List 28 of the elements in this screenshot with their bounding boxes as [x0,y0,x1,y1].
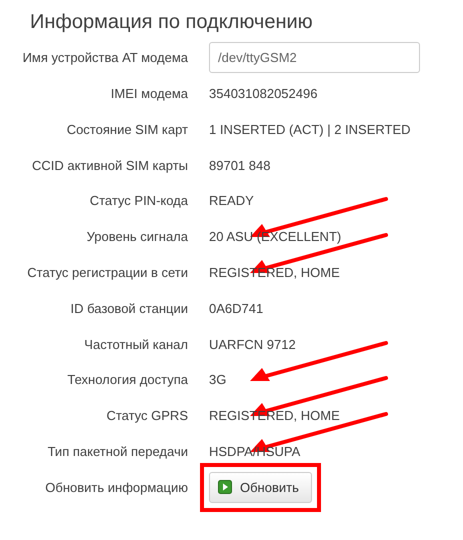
field-value: READY [209,193,254,208]
field-value: REGISTERED, HOME [209,408,340,424]
text-field[interactable]: /dev/ttyGSM2 [209,42,420,74]
field-label: Статус GPRS [106,408,188,424]
field-value: REGISTERED, HOME [209,264,340,280]
field-value: UARFCN 9712 [209,336,296,352]
play-icon [218,480,232,494]
field-value: HSDPA/HSUPA [209,444,300,459]
field-value: 1 INSERTED (ACT) | 2 INSERTED [209,122,411,137]
field-label: Частотный канал [84,336,188,352]
field-value: 89701 848 [209,158,270,173]
field-label: Имя устройства AT модема [22,50,188,66]
field-value: 0A6D741 [209,300,264,316]
field-label: Состояние SIM карт [66,122,188,137]
field-label: CCID активной SIM карты [32,158,188,173]
field-value: 20 ASU (EXCELLENT) [209,229,342,244]
field-label: IMEI модема [110,86,188,101]
field-value: 354031082052496 [209,86,318,101]
field-label: Обновить информацию [45,480,188,495]
field-value: 3G [209,372,226,388]
refresh-button[interactable]: Обновить [209,472,312,504]
section-title: Информация по подключению [30,10,314,34]
field-label: Тип пакетной передачи [48,444,188,459]
field-label: ID базовой станции [70,300,188,316]
field-label: Технология доступа [67,372,188,388]
field-label: Статус PIN-кода [90,193,188,208]
field-label: Уровень сигнала [86,229,188,244]
field-label: Статус регистрации в сети [27,264,188,280]
